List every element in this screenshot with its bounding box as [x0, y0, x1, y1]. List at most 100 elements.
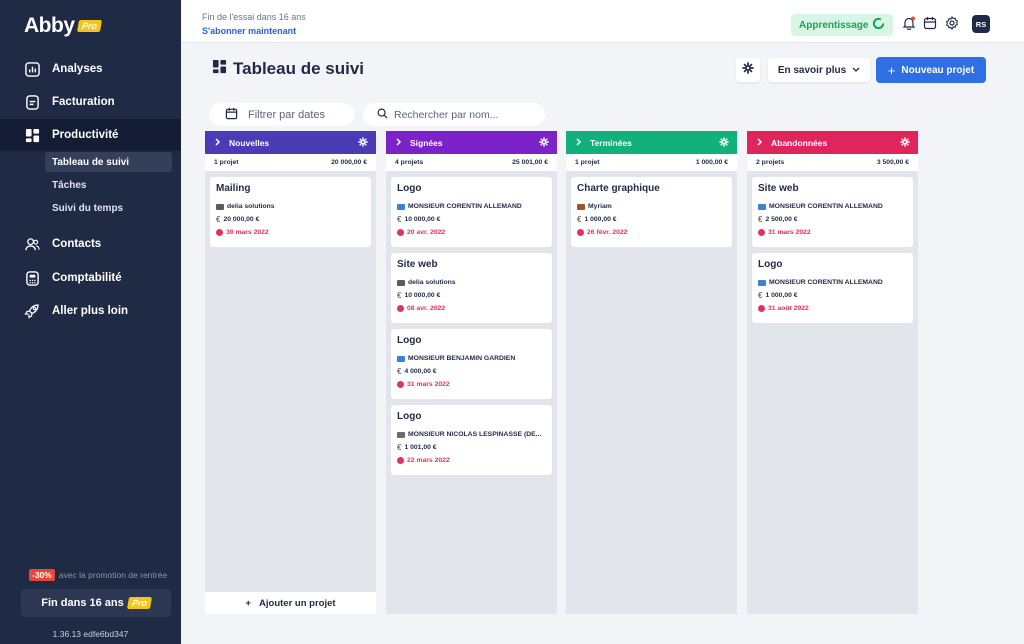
- project-client: MONSIEUR CORENTIN ALLEMAND: [758, 200, 907, 213]
- clock-icon: [397, 305, 404, 312]
- column-header[interactable]: Signées: [386, 131, 557, 154]
- project-title: Logo: [397, 335, 422, 346]
- chevron-right-icon[interactable]: [215, 137, 221, 148]
- search-input[interactable]: Rechercher par nom...: [363, 103, 545, 126]
- gear-icon[interactable]: [719, 136, 729, 149]
- promo-percent: -30%: [29, 569, 55, 581]
- search-icon: [377, 108, 388, 122]
- column-title: Signées: [410, 137, 443, 148]
- client-name: delia solutions: [408, 279, 456, 286]
- chevron-right-icon[interactable]: [757, 137, 763, 148]
- promo-banner[interactable]: -30% avec la promotion de rentrée: [29, 569, 167, 581]
- amount-value: 10 000,00 €: [404, 216, 441, 223]
- column-total: 25 001,00 €: [512, 159, 548, 166]
- column-total: 1 000,00 €: [695, 159, 728, 166]
- project-title: Site web: [397, 259, 438, 270]
- column-header-left: Abandonnées: [757, 138, 827, 148]
- chevron-right-icon[interactable]: [576, 137, 582, 148]
- chevron-down-icon: [852, 65, 860, 76]
- sidebar-item-aller-plus-loin[interactable]: Aller plus loin: [0, 295, 181, 327]
- project-card[interactable]: Site web MONSIEUR CORENTIN ALLEMAND €2 500…: [752, 177, 913, 247]
- page-title-text: Tableau de suivi: [233, 59, 365, 78]
- user-avatar[interactable]: RS: [972, 15, 990, 33]
- project-client: MONSIEUR BENJAMIN GARDIEN: [397, 352, 546, 365]
- gear-icon: [742, 61, 754, 79]
- gear-icon[interactable]: [358, 136, 368, 149]
- filter-by-dates-button[interactable]: Filtrer par dates: [209, 103, 355, 126]
- project-card[interactable]: Charte graphique Myriam €1 000,00 € 26 févr…: [571, 177, 732, 247]
- project-due-date: 31 mars 2022: [758, 226, 907, 239]
- project-client: Myriam: [577, 200, 726, 213]
- gear-icon[interactable]: [900, 136, 910, 149]
- gear-icon[interactable]: [945, 16, 959, 30]
- clock-icon: [397, 381, 404, 388]
- client-icon: [397, 279, 405, 286]
- learning-button[interactable]: Apprentissage: [791, 14, 894, 36]
- sidebar-item-label: Productivité: [52, 129, 119, 141]
- rocket-icon: [24, 303, 40, 319]
- contacts-icon: [24, 236, 40, 252]
- sidebar-item-comptabilite[interactable]: Comptabilité: [0, 262, 181, 294]
- project-client: MONSIEUR NICOLAS LESPINASSE (DE...: [397, 428, 546, 441]
- euro-icon: €: [397, 367, 402, 376]
- learn-more-dropdown[interactable]: En savoir plus: [768, 58, 870, 82]
- project-client: MONSIEUR CORENTIN ALLEMAND: [397, 200, 546, 213]
- column-summary: 1 projet 1 000,00 €: [566, 154, 737, 171]
- new-project-button[interactable]: + Nouveau projet: [876, 57, 986, 83]
- column-header[interactable]: Nouvelles: [205, 131, 376, 154]
- chevron-right-icon[interactable]: [396, 137, 402, 148]
- kanban-column: Nouvelles 1 projet 20 000,00 € Mailing delia…: [205, 131, 376, 614]
- project-title: Charte graphique: [577, 183, 660, 194]
- dashboard-icon: [24, 127, 40, 143]
- project-card[interactable]: Logo MONSIEUR CORENTIN ALLEMAND €10 000,00…: [391, 177, 552, 247]
- column-summary: 1 projet 20 000,00 €: [205, 154, 376, 171]
- clock-icon: [758, 305, 765, 312]
- project-client: MONSIEUR CORENTIN ALLEMAND: [758, 276, 907, 289]
- pro-badge: Pro: [76, 20, 102, 32]
- subscribe-link[interactable]: S'abonner maintenant: [202, 26, 296, 36]
- bell-icon[interactable]: [902, 16, 916, 31]
- gear-icon[interactable]: [539, 136, 549, 149]
- plus-icon: +: [245, 597, 252, 609]
- column-header[interactable]: Terminées: [566, 131, 737, 154]
- project-card[interactable]: Logo MONSIEUR BENJAMIN GARDIEN €4 000,00 €…: [391, 329, 552, 399]
- project-amount: €1 000,00 €: [577, 213, 726, 226]
- project-due-date: 26 févr. 2022: [577, 226, 726, 239]
- kanban-column: Signées 4 projets 25 001,00 € Logo MONSIEUR …: [386, 131, 557, 614]
- column-total: 20 000,00 €: [331, 159, 367, 166]
- plus-icon: +: [887, 62, 896, 78]
- project-card[interactable]: Logo MONSIEUR NICOLAS LESPINASSE (DE... €1…: [391, 405, 552, 475]
- sidebar-item-label: Facturation: [52, 96, 115, 108]
- project-amount: €1 001,00 €: [397, 441, 546, 454]
- project-count: 2 projets: [756, 159, 785, 166]
- add-project-label: Ajouter un projet: [259, 597, 336, 609]
- project-card[interactable]: Mailing delia solutions €20 000,00 € 30 mar…: [210, 177, 371, 247]
- clock-icon: [397, 229, 404, 236]
- column-header[interactable]: Abandonnées: [747, 131, 918, 154]
- calendar-icon[interactable]: [923, 16, 937, 30]
- add-project-button[interactable]: + Ajouter un projet: [205, 592, 376, 614]
- calendar-icon: [225, 107, 238, 123]
- sidebar-item-productivite[interactable]: Productivité: [0, 119, 181, 151]
- client-icon: [758, 279, 766, 286]
- sidebar-item-analyses[interactable]: Analyses: [0, 53, 181, 85]
- project-amount: €20 000,00 €: [216, 213, 365, 226]
- invoice-icon: [24, 94, 40, 110]
- column-title: Nouvelles: [229, 137, 270, 148]
- sidebar-item-contacts[interactable]: Contacts: [0, 228, 181, 260]
- project-card[interactable]: Logo MONSIEUR CORENTIN ALLEMAND €1 000,00 …: [752, 253, 913, 323]
- app-logo[interactable]: Abby Pro: [24, 14, 102, 38]
- learn-more-label: En savoir plus: [777, 64, 847, 76]
- amount-value: 10 000,00 €: [404, 292, 441, 299]
- sidebar-item-facturation[interactable]: Facturation: [0, 86, 181, 118]
- project-count: 1 projet: [214, 159, 239, 166]
- sidebar-subitem-suivi-du-temps[interactable]: Suivi du temps: [45, 198, 172, 218]
- trial-end-button[interactable]: Fin dans 16 ans Pro: [21, 589, 171, 617]
- sidebar-subitem-tableau-de-suivi[interactable]: Tableau de suivi: [45, 152, 172, 172]
- client-icon: [397, 431, 405, 438]
- board-settings-button[interactable]: [736, 58, 760, 82]
- project-card[interactable]: Site web delia solutions €10 000,00 € 08 av…: [391, 253, 552, 323]
- sidebar-subitem-taches[interactable]: Tâches: [45, 175, 172, 195]
- promo-text: avec la promotion de rentrée: [58, 570, 168, 580]
- learning-label: Apprentissage: [799, 19, 869, 31]
